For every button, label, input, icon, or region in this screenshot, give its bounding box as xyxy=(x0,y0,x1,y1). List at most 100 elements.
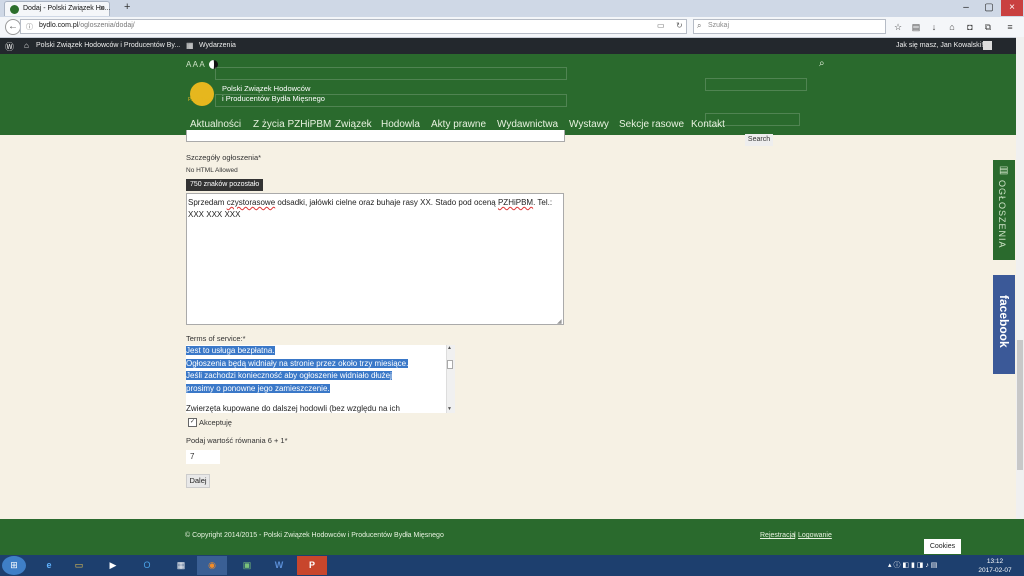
tos-line: prosimy o ponowne jego zamieszczenie. xyxy=(186,383,330,393)
ogloszenia-label: OGŁOSZENIA xyxy=(997,180,1007,249)
wp-greeting[interactable]: Jak się masz, Jan Kowalski! xyxy=(896,42,983,49)
screenshot-icon[interactable]: ⧉ xyxy=(981,20,995,34)
clock[interactable]: 13:12 2017-02-07 xyxy=(974,557,1016,575)
resize-handle-icon[interactable]: ◢ xyxy=(557,318,562,325)
reader-view-icon[interactable]: ▭ xyxy=(657,21,665,30)
powerpoint-icon[interactable]: P xyxy=(297,556,327,575)
bookmarks-list-icon[interactable]: ▤ xyxy=(909,20,923,34)
home-site-icon: ⌂ xyxy=(24,41,29,50)
search-input[interactable]: ⌕ Szukaj xyxy=(693,19,886,34)
home-icon[interactable]: ⌂ xyxy=(945,20,959,34)
wp-site-name[interactable]: Polski Związek Hodowców i Producentów By… xyxy=(36,42,180,49)
details-textarea[interactable]: Sprzedam czystorasowe odsadki, jałówki c… xyxy=(186,193,564,325)
tab-title: Dodaj - Polski Związek Ho... xyxy=(23,5,111,12)
media-player-icon[interactable]: ▶ xyxy=(98,556,128,575)
maximize-icon[interactable]: ▢ xyxy=(978,0,1000,16)
menu-item-akty-prawne[interactable]: Akty prawne xyxy=(431,119,486,130)
ghost-field xyxy=(215,67,567,80)
user-avatar[interactable] xyxy=(983,41,992,50)
search-icon[interactable]: ⌕ xyxy=(819,58,825,69)
browser-tab[interactable]: Dodaj - Polski Związek Ho... × xyxy=(4,1,111,16)
browser-nav-bar: ← ⓘ bydlo.com.pl/ogloszenia/dodaj/ ▭ ↻ ⌕… xyxy=(0,17,1024,38)
org-name-line1: Polski Związek Hodowców xyxy=(222,84,311,93)
character-counter: 750 znaków pozostało xyxy=(186,179,264,191)
organization-name[interactable]: Polski Związek Hodowców i Producentów By… xyxy=(222,84,325,104)
browser-tab-bar: Dodaj - Polski Związek Ho... × + – ▢ × xyxy=(0,0,1024,17)
page-scroll-thumb[interactable] xyxy=(1017,340,1023,470)
calendar-icon: ▦ xyxy=(186,41,194,50)
scroll-up-icon[interactable]: ▲ xyxy=(447,345,452,351)
site-footer: © Copyright 2014/2015 - Polski Związek H… xyxy=(0,519,1024,555)
clock-time: 13:12 xyxy=(986,558,1004,565)
menu-item-wydawnictwa[interactable]: Wydawnictwa xyxy=(497,119,558,130)
no-html-hint: No HTML Allowed xyxy=(186,167,238,174)
app-icon[interactable]: ▦ xyxy=(166,556,196,575)
menu-item-wystawy[interactable]: Wystawy xyxy=(569,119,609,130)
url-text: bydlo.com.pl/ogloszenia/dodaj/ xyxy=(39,22,135,29)
tos-textarea[interactable]: Jest to usługa bezpłatna. Ogłoszenia będ… xyxy=(186,345,454,413)
site-favicon-icon xyxy=(10,5,19,14)
file-explorer-icon[interactable]: ▭ xyxy=(64,556,94,575)
tos-line: Jeśli zachodzi konieczność aby ogłoszeni… xyxy=(186,371,392,380)
copyright: © Copyright 2014/2015 - Polski Związek H… xyxy=(185,532,444,539)
page-scrollbar[interactable] xyxy=(1016,37,1024,555)
pocket-icon[interactable]: ◘ xyxy=(963,20,977,34)
footer-separator: | xyxy=(794,532,796,539)
start-button-icon[interactable]: ⊞ xyxy=(2,556,26,575)
search-button[interactable]: Search xyxy=(745,134,773,146)
info-icon[interactable]: ⓘ xyxy=(26,22,33,32)
wordpress-logo-icon[interactable]: Ⓦ xyxy=(5,40,14,53)
address-bar[interactable]: ⓘ bydlo.com.pl/ogloszenia/dodaj/ ▭ ↻ xyxy=(20,19,687,34)
new-tab-icon[interactable]: + xyxy=(124,1,130,13)
menu-item-aktualnosci[interactable]: Aktualności xyxy=(190,119,241,130)
bookmark-star-icon[interactable]: ☆ xyxy=(891,20,905,34)
wp-events[interactable]: Wydarzenia xyxy=(199,42,236,49)
clock-date: 2017-02-07 xyxy=(978,567,1012,574)
register-link[interactable]: Rejestracja xyxy=(760,532,795,539)
menu-item-z-zycia[interactable]: Z życia PZHiPBM xyxy=(253,119,331,130)
tos-line: Jest to usługa bezpłatna. xyxy=(186,346,275,355)
org-name-line2: i Producentów Bydła Mięsnego xyxy=(222,94,325,103)
details-label: Szczegóły ogłoszenia* xyxy=(186,153,262,162)
download-icon[interactable]: ↓ xyxy=(927,20,941,34)
minimize-icon[interactable]: – xyxy=(955,0,977,16)
wp-admin-bar: Ⓦ ⌂ Polski Związek Hodowców i Producentó… xyxy=(0,38,1024,54)
captcha-label: Podaj wartość równania 6 + 1* xyxy=(186,436,288,445)
tos-scrollbar[interactable] xyxy=(446,345,455,413)
logo-text: PZHiPBM xyxy=(188,97,210,103)
document-icon: ▤ xyxy=(999,165,1009,176)
tos-label: Terms of service:* xyxy=(186,334,246,343)
search-placeholder: Szukaj xyxy=(708,22,730,29)
menu-item-sekcje-rasowe[interactable]: Sekcje rasowe xyxy=(619,119,684,130)
app-icon[interactable]: ▣ xyxy=(232,556,262,575)
accept-label[interactable]: Akceptuję xyxy=(199,418,232,427)
cookies-button[interactable]: Cookies xyxy=(924,539,961,554)
scroll-down-icon[interactable]: ▼ xyxy=(447,406,452,412)
search-icon: ⌕ xyxy=(697,21,702,30)
close-tab-icon[interactable]: × xyxy=(100,3,105,13)
back-arrow-icon[interactable]: ← xyxy=(5,19,21,35)
internet-explorer-icon[interactable]: e xyxy=(34,556,64,575)
reload-icon[interactable]: ↻ xyxy=(676,21,683,30)
tos-scroll-thumb[interactable] xyxy=(447,360,453,369)
hamburger-menu-icon[interactable]: ≡ xyxy=(1003,20,1017,34)
tos-line: Ogłoszenia będą widniały na stronie prze… xyxy=(186,358,409,368)
firefox-icon[interactable]: ◉ xyxy=(197,556,227,575)
font-size-controls[interactable]: A A A xyxy=(186,60,205,69)
captcha-input[interactable]: 7 xyxy=(186,450,220,464)
menu-item-kontakt[interactable]: Kontakt xyxy=(691,119,725,130)
outlook-icon[interactable]: O xyxy=(132,556,162,575)
facebook-label: facebook xyxy=(997,295,1011,348)
word-icon[interactable]: W xyxy=(264,556,294,575)
menu-item-zwiazek[interactable]: Związek xyxy=(335,119,372,130)
next-button[interactable]: Dalej xyxy=(186,474,210,488)
facebook-side-tab[interactable]: facebook xyxy=(993,275,1015,374)
ogloszenia-side-tab[interactable]: ▤ OGŁOSZENIA xyxy=(993,160,1015,260)
menu-item-hodowla[interactable]: Hodowla xyxy=(381,119,420,130)
windows-taskbar: ⊞ e ▭ ▶ O ▦ ◉ ▣ W P ▴ ⓘ ◧ ▮ ◨ ♪ ▤ xyxy=(0,555,1024,576)
title-input-edge[interactable] xyxy=(186,130,565,142)
tray-icons[interactable]: ▴ ⓘ ◧ ▮ ◨ ♪ ▤ xyxy=(888,560,937,570)
accept-checkbox[interactable]: ✓ xyxy=(188,418,197,427)
close-window-icon[interactable]: × xyxy=(1001,0,1023,16)
login-link[interactable]: Logowanie xyxy=(798,532,832,539)
